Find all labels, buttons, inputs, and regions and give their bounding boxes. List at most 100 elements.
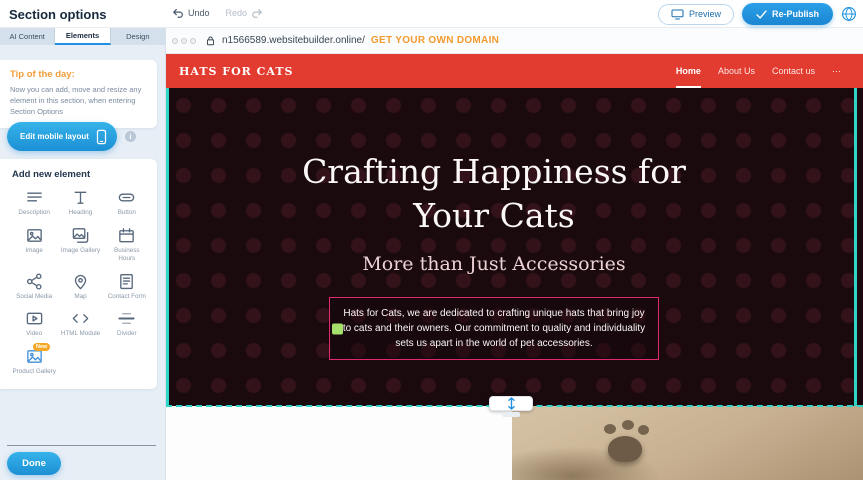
topbar: Section options Undo Redo Preview Re-Pub… (0, 0, 863, 28)
add-new-element-panel: Add new element Description Heading Butt… (0, 159, 157, 389)
hero-body-text: Hats for Cats, we are dedicated to craft… (343, 308, 645, 349)
edit-mobile-label: Edit mobile layout (20, 132, 89, 141)
sidebar-tabs: AI Content Elements Design (0, 28, 165, 45)
globe-icon[interactable] (841, 6, 857, 22)
image-icon (25, 226, 44, 245)
topbar-actions: Preview Re-Publish (658, 3, 857, 25)
browser-chrome: n1566589.websitebuilder.online/ GET YOUR… (166, 28, 863, 54)
window-controls (172, 38, 196, 44)
description-icon (25, 188, 44, 207)
get-your-own-domain-link[interactable]: GET YOUR OWN DOMAIN (371, 35, 499, 46)
element-item-button[interactable]: Button (105, 188, 149, 217)
page-title: Section options (9, 7, 107, 22)
element-label: Business Hours (105, 247, 149, 263)
add-new-element-title: Add new element (12, 169, 149, 180)
element-item-contact-form[interactable]: Contact Form (105, 272, 149, 301)
republish-button[interactable]: Re-Publish (742, 3, 833, 25)
window-dot (181, 38, 187, 44)
info-icon[interactable]: i (125, 131, 136, 142)
paw-toe (638, 425, 649, 435)
element-label: HTML Module (61, 330, 100, 338)
element-drag-handle[interactable] (332, 323, 343, 334)
nav-item-about-us[interactable]: About Us (718, 54, 755, 88)
tab-elements[interactable]: Elements (55, 28, 110, 45)
tab-ai-content[interactable]: AI Content (0, 28, 55, 45)
element-item-heading[interactable]: Heading (58, 188, 102, 217)
undo-button[interactable]: Undo (172, 7, 210, 19)
video-icon (25, 309, 44, 328)
section-resize-handle[interactable] (489, 396, 533, 411)
nav-item-home[interactable]: Home (676, 54, 701, 88)
element-grid: Description Heading Button Image Image G… (12, 188, 149, 376)
element-item-business-hours[interactable]: Business Hours (105, 226, 149, 263)
paw-toe (604, 424, 616, 434)
tip-of-the-day-card: Tip of the day: Now you can add, move an… (0, 60, 157, 128)
element-label: Social Media (16, 293, 52, 301)
history-controls: Undo Redo (172, 7, 263, 19)
tip-title: Tip of the day: (10, 69, 147, 80)
url-text[interactable]: n1566589.websitebuilder.online/ (222, 35, 365, 46)
element-item-image-gallery[interactable]: Image Gallery (58, 226, 102, 263)
element-item-video[interactable]: Video (12, 309, 56, 338)
map-icon (71, 272, 90, 291)
nav-item-contact-us[interactable]: Contact us (772, 54, 815, 88)
element-label: Contact Form (108, 293, 146, 301)
site-logo[interactable]: HATS FOR CATS (179, 65, 293, 78)
element-label: Divider (117, 330, 137, 338)
site-header: HATS FOR CATS Home About Us Contact us ⋯ (166, 54, 863, 88)
window-dot (190, 38, 196, 44)
paw-toe (622, 420, 634, 430)
redo-label: Redo (226, 8, 248, 18)
tab-design[interactable]: Design (111, 28, 165, 45)
hero-content: Crafting Happiness for Your Cats More th… (166, 88, 822, 406)
hero-text-box[interactable]: Hats for Cats, we are dedicated to craft… (329, 297, 659, 360)
element-item-image[interactable]: Image (12, 226, 56, 263)
republish-label: Re-Publish (772, 9, 819, 19)
site-preview: n1566589.websitebuilder.online/ GET YOUR… (166, 28, 863, 480)
html-module-icon (71, 309, 90, 328)
lock-icon (205, 35, 216, 46)
element-item-social-media[interactable]: Social Media (12, 272, 56, 301)
phone-icon (96, 129, 107, 145)
element-item-description[interactable]: Description (12, 188, 56, 217)
preview-button[interactable]: Preview (658, 4, 734, 25)
element-label: Video (26, 330, 42, 338)
element-label: Map (74, 293, 86, 301)
nav-more-icon[interactable]: ⋯ (832, 54, 841, 88)
business-hours-icon (117, 226, 136, 245)
element-item-product-gallery[interactable]: New Product Gallery (12, 347, 56, 376)
resize-arrows-icon (506, 397, 517, 410)
hero-heading-line2: Your Cats (413, 196, 574, 235)
button-icon (117, 188, 136, 207)
undo-icon (172, 7, 184, 19)
site-nav: Home About Us Contact us ⋯ (676, 54, 841, 88)
element-label: Image Gallery (61, 247, 100, 255)
redo-button[interactable]: Redo (226, 7, 264, 19)
element-label: Description (18, 209, 50, 217)
window-dot (172, 38, 178, 44)
new-badge: New (33, 343, 50, 351)
edit-mobile-row: Edit mobile layout i (7, 122, 136, 151)
edit-mobile-layout-button[interactable]: Edit mobile layout (7, 122, 117, 151)
hero-heading[interactable]: Crafting Happiness for Your Cats (302, 150, 686, 237)
check-icon (756, 10, 767, 19)
element-item-divider[interactable]: Divider (105, 309, 149, 338)
hero-section[interactable]: Crafting Happiness for Your Cats More th… (166, 88, 863, 406)
redo-icon (251, 7, 263, 19)
social-media-icon (25, 272, 44, 291)
element-label: Button (118, 209, 136, 217)
monitor-icon (671, 9, 684, 20)
element-label: Image (25, 247, 43, 255)
done-button[interactable]: Done (7, 452, 61, 475)
section-selection-border-right (854, 88, 857, 406)
hero-heading-line1: Crafting Happiness for (302, 152, 686, 191)
carpet-cat-paw-image (512, 406, 863, 480)
tip-body: Now you can add, move and resize any ele… (10, 85, 147, 118)
image-gallery-icon (71, 226, 90, 245)
section-resize-tag (502, 412, 520, 417)
undo-label: Undo (188, 8, 210, 18)
hero-subheading[interactable]: More than Just Accessories (362, 253, 625, 275)
paw-pad (608, 436, 642, 462)
element-item-map[interactable]: Map (58, 272, 102, 301)
element-item-html-module[interactable]: HTML Module (58, 309, 102, 338)
